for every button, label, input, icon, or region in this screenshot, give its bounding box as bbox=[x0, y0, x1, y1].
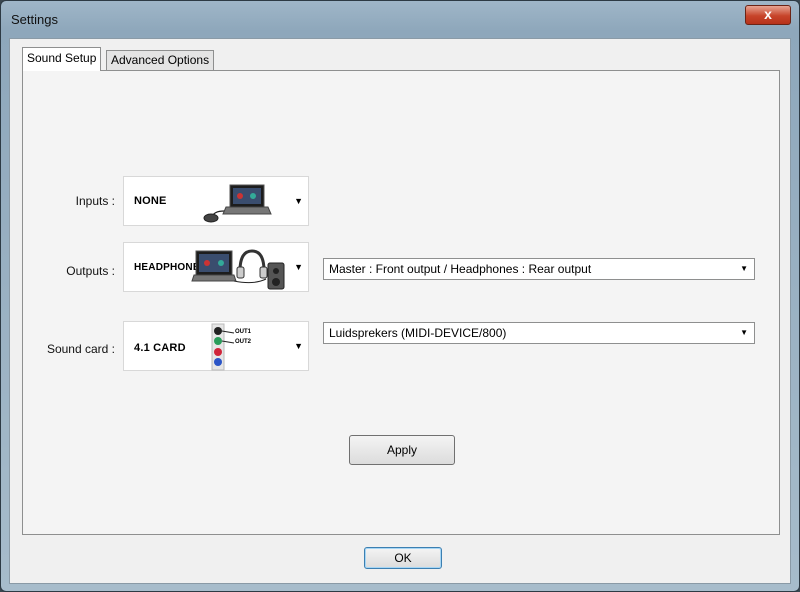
close-button[interactable]: x bbox=[745, 5, 791, 25]
apply-button[interactable]: Apply bbox=[349, 435, 455, 465]
sound-card-dropdown-arrow-icon[interactable]: ▼ bbox=[294, 341, 303, 351]
jack-out1-label: OUT1 bbox=[235, 329, 252, 335]
sound-card-device-name: 4.1 CARD bbox=[134, 342, 186, 354]
sound-card-label: Sound card : bbox=[46, 342, 115, 356]
chevron-down-icon[interactable]: ▼ bbox=[740, 259, 748, 279]
chevron-down-icon[interactable]: ▼ bbox=[740, 323, 748, 343]
dialog-client-area: Sound Setup Advanced Options Inputs : NO… bbox=[9, 38, 791, 584]
inputs-label: Inputs : bbox=[75, 194, 115, 208]
close-icon: x bbox=[764, 6, 772, 22]
laptop-headphones-speaker-icon bbox=[191, 249, 285, 290]
tab-advanced-options[interactable]: Advanced Options bbox=[106, 50, 215, 70]
sound-card-device-selector[interactable]: 4.1 CARD OUT1 OUT2 ▼ bbox=[123, 321, 309, 371]
laptop-turntable-icon bbox=[203, 184, 272, 223]
window-title: Settings bbox=[11, 12, 58, 27]
sound-card-device-select[interactable]: Luidsprekers (MIDI-DEVICE/800) ▼ bbox=[323, 322, 755, 344]
title-bar[interactable]: Settings x bbox=[1, 1, 799, 37]
outputs-dropdown-arrow-icon[interactable]: ▼ bbox=[294, 262, 303, 272]
outputs-device-selector[interactable]: HEADPHONES ▼ bbox=[123, 242, 309, 292]
inputs-dropdown-arrow-icon[interactable]: ▼ bbox=[294, 196, 303, 206]
jack-out2-label: OUT2 bbox=[235, 339, 252, 345]
inputs-device-selector[interactable]: NONE ▼ bbox=[123, 176, 309, 226]
tab-sound-setup[interactable]: Sound Setup bbox=[22, 47, 102, 71]
output-routing-select[interactable]: Master : Front output / Headphones : Rea… bbox=[323, 258, 755, 280]
sound-card-device-value: Luidsprekers (MIDI-DEVICE/800) bbox=[329, 326, 507, 340]
sound-setup-panel: Inputs : NONE ▼ Outputs : HEADPHONES ▼ M… bbox=[22, 70, 780, 535]
outputs-label: Outputs : bbox=[66, 264, 115, 278]
inputs-device-name: NONE bbox=[134, 195, 167, 207]
output-routing-value: Master : Front output / Headphones : Rea… bbox=[329, 262, 592, 276]
settings-window: Settings x Sound Setup Advanced Options … bbox=[0, 0, 800, 592]
ok-button[interactable]: OK bbox=[364, 547, 442, 569]
